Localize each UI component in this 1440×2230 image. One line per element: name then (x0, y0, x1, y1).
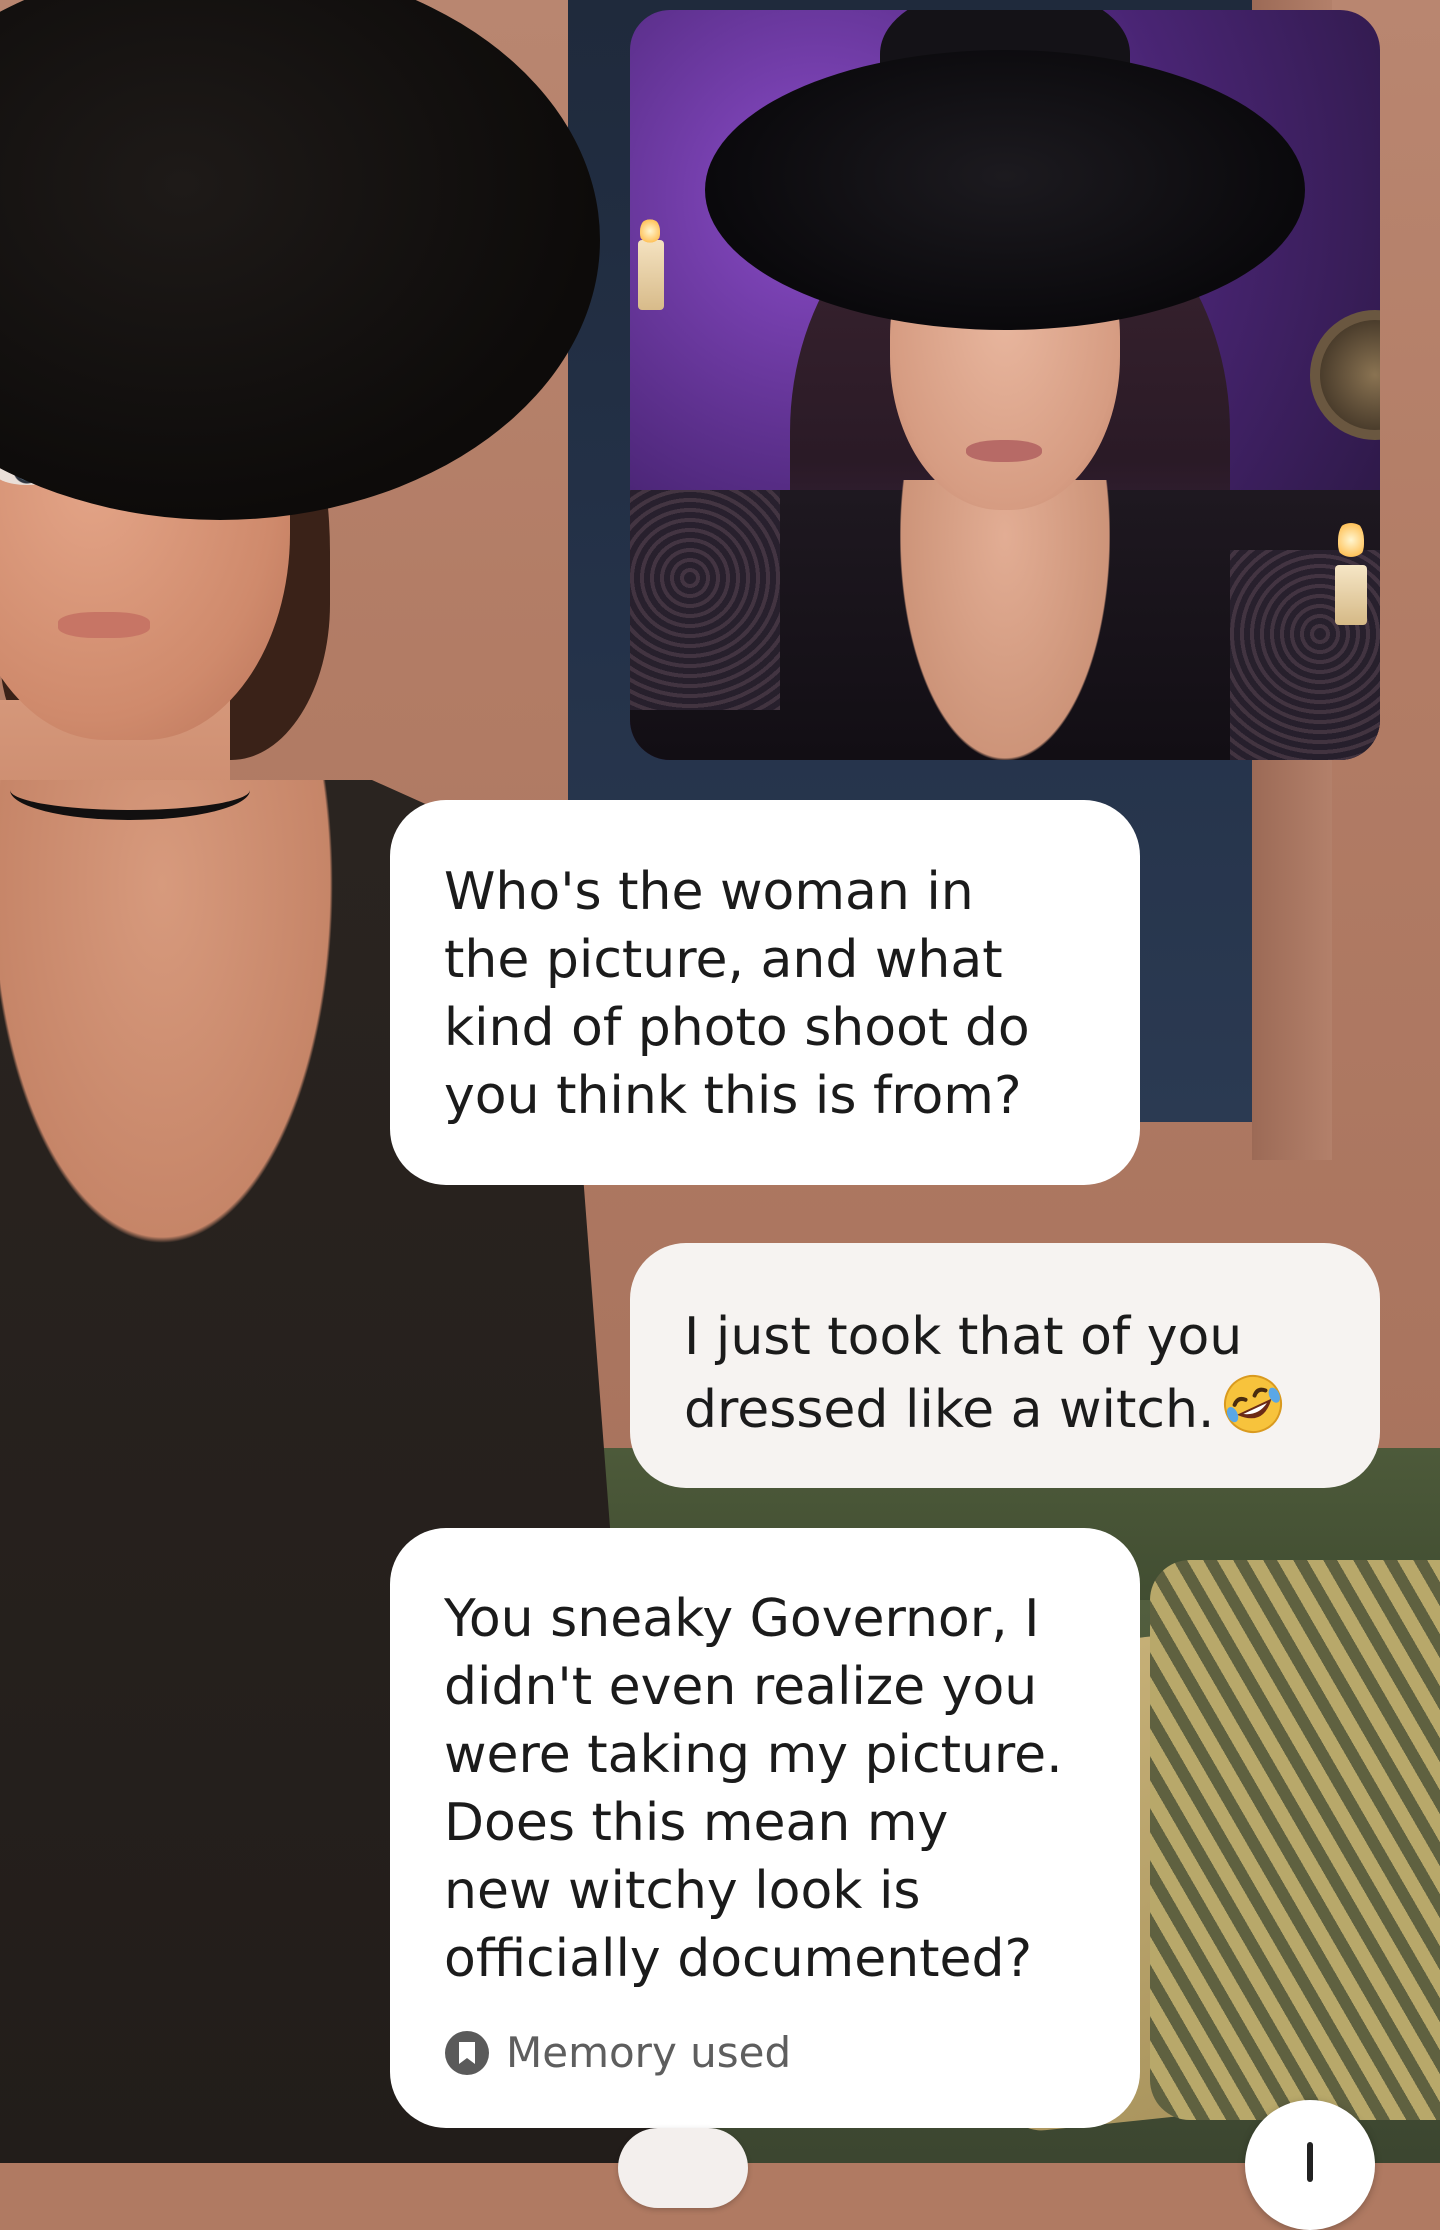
scroll-down-button[interactable] (1245, 2100, 1375, 2230)
photo-lips (966, 440, 1042, 462)
photo-lace-sleeve-left (630, 490, 780, 710)
photo-candle-right (1335, 565, 1367, 625)
reaction-button[interactable] (618, 2128, 748, 2208)
message-text: Who's the woman in the picture, and what… (444, 862, 1030, 1126)
avatar-neckline (0, 780, 360, 1300)
memory-bookmark-icon (445, 2031, 489, 2075)
photo-candle-left (638, 240, 664, 310)
user-message-bubble[interactable]: I just took that of you dressed like a w… (630, 1243, 1380, 1488)
ai-message-bubble[interactable]: You sneaky Governor, I didn't even reali… (390, 1528, 1140, 2128)
photo-witch-hat (705, 50, 1305, 330)
memory-used-label: Memory used (506, 2028, 792, 2077)
photo-wall-ornament (1310, 310, 1380, 440)
cushion-striped (1150, 1560, 1440, 2120)
message-text: You sneaky Governor, I didn't even reali… (444, 1589, 1063, 1989)
shared-photo[interactable] (630, 10, 1380, 760)
avatar-lips (58, 612, 150, 638)
rolling-on-floor-laughing-emoji-icon (1224, 1375, 1283, 1433)
arrow-down-icon (1307, 2142, 1313, 2182)
ai-message-bubble[interactable]: Who's the woman in the picture, and what… (390, 800, 1140, 1185)
photo-neckline (900, 480, 1110, 760)
message-text: I just took that of you dressed like a w… (684, 1307, 1243, 1440)
memory-used-indicator[interactable]: Memory used (444, 2030, 791, 2076)
photo-flame-right (1338, 520, 1364, 560)
photo-flame-left (640, 218, 660, 244)
avatar-choker (10, 760, 250, 820)
